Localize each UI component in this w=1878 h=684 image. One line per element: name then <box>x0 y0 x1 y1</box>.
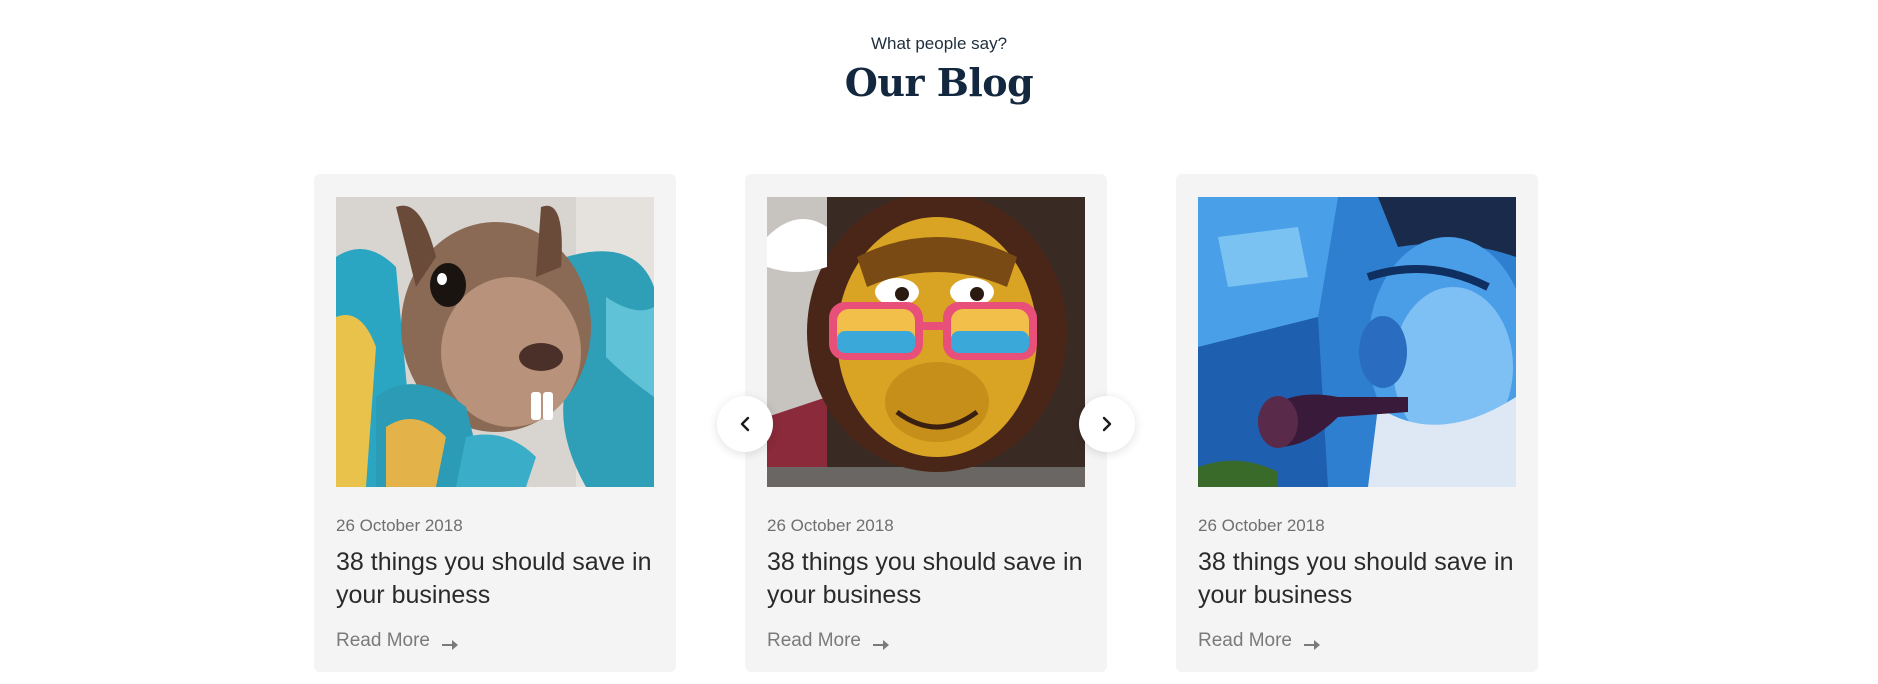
read-more-link[interactable]: Read More <box>336 630 460 652</box>
chevron-left-icon <box>740 416 750 432</box>
blog-card-date: 26 October 2018 <box>1198 516 1325 535</box>
read-more-link[interactable]: Read More <box>767 630 891 652</box>
blog-card-date: 26 October 2018 <box>336 516 463 535</box>
blog-card: 26 October 2018 38 things you should sav… <box>745 174 1107 672</box>
chevron-right-icon <box>1102 416 1112 432</box>
section-title: Our Blog <box>844 60 1034 105</box>
section-eyebrow: What people say? <box>870 34 1008 53</box>
blog-card-image[interactable] <box>336 197 654 487</box>
read-more-label: Read More <box>1198 630 1292 651</box>
carousel-prev-button[interactable] <box>717 396 773 452</box>
blog-card-title[interactable]: 38 things you should save in your busine… <box>767 546 1087 612</box>
blog-card-image[interactable] <box>767 197 1085 487</box>
read-more-label: Read More <box>767 630 861 651</box>
squirrel-graffiti-image <box>336 197 654 487</box>
blog-card: 26 October 2018 38 things you should sav… <box>1176 174 1538 672</box>
carousel-next-button[interactable] <box>1079 396 1135 452</box>
read-more-label: Read More <box>336 630 430 651</box>
blog-card-title[interactable]: 38 things you should save in your busine… <box>1198 546 1518 612</box>
blog-card: 26 October 2018 38 things you should sav… <box>314 174 676 672</box>
monkey-graffiti-image <box>767 197 1085 487</box>
blog-card-title[interactable]: 38 things you should save in your busine… <box>336 546 656 612</box>
arrow-right-icon <box>442 635 460 650</box>
arrow-right-icon <box>1304 635 1322 650</box>
blog-card-image[interactable] <box>1198 197 1516 487</box>
old-man-graffiti-image <box>1198 197 1516 487</box>
arrow-right-icon <box>873 635 891 650</box>
read-more-link[interactable]: Read More <box>1198 630 1322 652</box>
blog-card-date: 26 October 2018 <box>767 516 894 535</box>
